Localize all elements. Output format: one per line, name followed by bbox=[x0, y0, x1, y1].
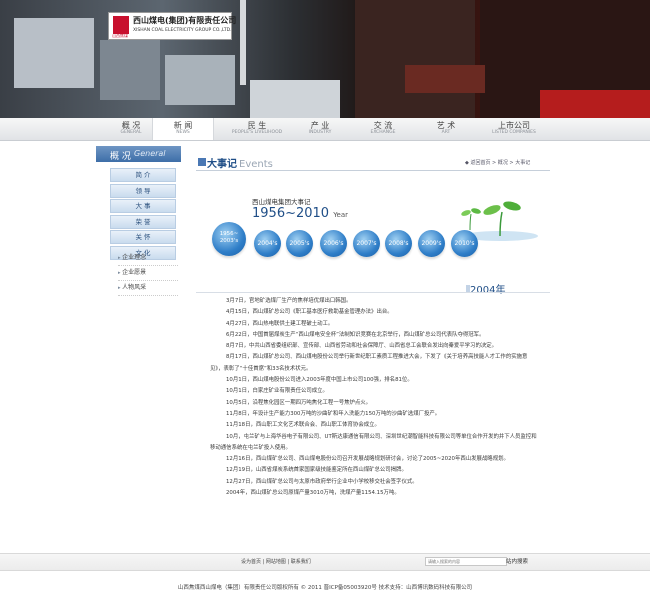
timeline-2005[interactable]: 2005's bbox=[286, 230, 313, 257]
event-entry: 11月18日，西山职工文化艺术联合会、西山职工体育协会成立。 bbox=[226, 422, 380, 429]
timeline-2010[interactable]: 2010's bbox=[451, 230, 478, 257]
footer-link-set-home[interactable]: 设为首页 bbox=[241, 559, 261, 565]
search-input[interactable] bbox=[425, 557, 507, 566]
footer-link-contact[interactable]: 联系我们 bbox=[291, 559, 311, 565]
event-entry: 8月7日，中共山西省委组织部、宣传部、山西省劳动和社会保障厅、山西省总工会联合发… bbox=[226, 343, 498, 350]
event-entry: 10月，屯兰矿与上海华谷电子有限公司、UT斯达康通信有限公司、深圳世纪潮智能科技… bbox=[210, 433, 537, 451]
title-square-icon bbox=[198, 158, 206, 166]
main-nav: 概 况 GENERAL 新 闻 NEWS 民 生 PEOPLE'S LIVELIHOO… bbox=[0, 118, 650, 141]
sidebar-item-events[interactable]: 大 事 bbox=[110, 199, 176, 214]
nav-news[interactable]: 新 闻 NEWS bbox=[152, 118, 214, 140]
event-entry: 4月27日，西山热电联供土建工程破土动工。 bbox=[226, 320, 334, 327]
timeline-2006[interactable]: 2006's bbox=[320, 230, 347, 257]
sidebar-menu: 简 介 领 导 大 事 荣 誉 关 怀 文 化 bbox=[110, 168, 176, 262]
event-entry: 12月27日，西山煤矿总公司与太原市政府举行企业中小学校移交社会签字仪式。 bbox=[226, 478, 418, 485]
timeline-1956-2003[interactable]: 1956~ 2003's bbox=[212, 222, 246, 256]
year-divider bbox=[196, 292, 550, 293]
search-button[interactable]: 站内搜索 bbox=[506, 557, 528, 565]
year-heading: 2004年 bbox=[470, 285, 506, 296]
sidebar-item-care[interactable]: 关 怀 bbox=[110, 230, 176, 245]
company-logo[interactable]: 西山煤电(集团)有限责任公司 XISHAN COAL ELECTRICITY G… bbox=[108, 12, 236, 40]
sidebar-header: 概 况 General bbox=[96, 146, 181, 162]
event-entry: 11月8日，年设计生产能力300万吨的沙曲矿和年入洗能力150万吨的沙曲矿选煤厂… bbox=[226, 410, 441, 417]
nav-industry[interactable]: 产 业 INDUSTRY bbox=[290, 121, 350, 136]
event-entry: 4月15日，西山煤矿总公司《职工基本医疗救助基金管理办法》出台。 bbox=[226, 309, 393, 316]
hero-years: 1956~2010 Year bbox=[252, 206, 349, 221]
event-entry: 10月1日，西山煤电股份公司进入2003年度中国上市公司100强，排名81位。 bbox=[226, 377, 413, 384]
timeline-2007[interactable]: 2007's bbox=[353, 230, 380, 257]
sidebar-item-leaders[interactable]: 领 导 bbox=[110, 183, 176, 198]
event-entry: 3月7日，官地矿选煤厂生产的焦样培优煤出口韩国。 bbox=[226, 298, 352, 304]
breadcrumb-home[interactable]: 返回首页 bbox=[470, 160, 490, 166]
timeline-2009[interactable]: 2009's bbox=[418, 230, 445, 257]
event-list: 3月7日，官地矿选煤厂生产的焦样培优煤出口韩国。 4月15日，西山煤矿总公司《职… bbox=[210, 296, 540, 499]
event-entry: 6月22日，中国首届煤炭生产“西山煤电安全杯”法制知识竞赛在北京举行，西山煤矿总… bbox=[226, 331, 485, 338]
event-entry: 8月17日，西山煤矿总公司、西山煤电股份公司举行新世纪职工素质工程推进大会，下发… bbox=[210, 354, 528, 372]
sidebar-sub-philosophy[interactable]: 企业理念 bbox=[118, 251, 178, 266]
breadcrumb-general[interactable]: 概况 bbox=[498, 160, 508, 166]
sidebar-submenu: 企业理念 企业愿景 人物风采 bbox=[118, 251, 178, 296]
event-entry: 2004年，西山煤矿总公司原煤产量3010万吨，洗煤产量1154.15万吨。 bbox=[226, 490, 400, 497]
event-entry: 10月5日，沿程焦化园区一期四万吨焦化工程一号焦炉点火。 bbox=[226, 399, 372, 406]
nav-listed-companies[interactable]: 上市公司 LISTED COMPANIES bbox=[484, 121, 544, 136]
footer-links: 设为首页 | 网站地图 | 联系我们 bbox=[241, 559, 311, 565]
event-entry: 12月16日，西山煤矿总公司、西山煤电股份公司召开发展战略规划研讨会，讨论了20… bbox=[226, 456, 509, 463]
nav-art[interactable]: 艺 术 ART bbox=[416, 121, 476, 136]
event-entry: 12月19日，山西省煤炭系统首家国家级技能鉴定所在西山煤矿总公司揭牌。 bbox=[226, 467, 407, 474]
sidebar-sub-people[interactable]: 人物风采 bbox=[118, 281, 178, 296]
nav-livelihood[interactable]: 民 生 PEOPLE'S LIVELIHOOD bbox=[227, 121, 287, 136]
copyright: 山西焦煤西山煤电（集团）有限责任公司版权所有 © 2011 晋ICP备05003… bbox=[177, 585, 473, 591]
timeline-2008[interactable]: 2008's bbox=[385, 230, 412, 257]
timeline-hero: 西山煤电集团大事记 1956~2010 Year 1956~ 2003's 200… bbox=[210, 186, 540, 260]
logo-mark-icon bbox=[113, 16, 129, 34]
nav-exchange[interactable]: 交 流 EXCHANGE bbox=[353, 121, 413, 136]
sidebar-item-intro[interactable]: 简 介 bbox=[110, 168, 176, 182]
page-title: 大事记 Events bbox=[207, 159, 273, 170]
timeline-2004[interactable]: 2004's bbox=[254, 230, 281, 257]
footer-bar bbox=[0, 553, 650, 571]
event-entry: 10月1日，白家庄矿业有限责任公司成立。 bbox=[226, 388, 328, 395]
sidebar-sub-vision[interactable]: 企业愿景 bbox=[118, 266, 178, 281]
breadcrumb: ◆ 返回首页 > 概况 > 大事记 bbox=[465, 160, 531, 166]
sidebar-item-honors[interactable]: 荣 誉 bbox=[110, 214, 176, 229]
breadcrumb-events: 大事记 bbox=[515, 160, 531, 166]
header-banner: 西山煤电(集团)有限责任公司 XISHAN COAL ELECTRICITY G… bbox=[0, 0, 650, 118]
title-divider bbox=[196, 170, 550, 171]
footer-link-sitemap[interactable]: 网站地图 bbox=[266, 559, 286, 565]
